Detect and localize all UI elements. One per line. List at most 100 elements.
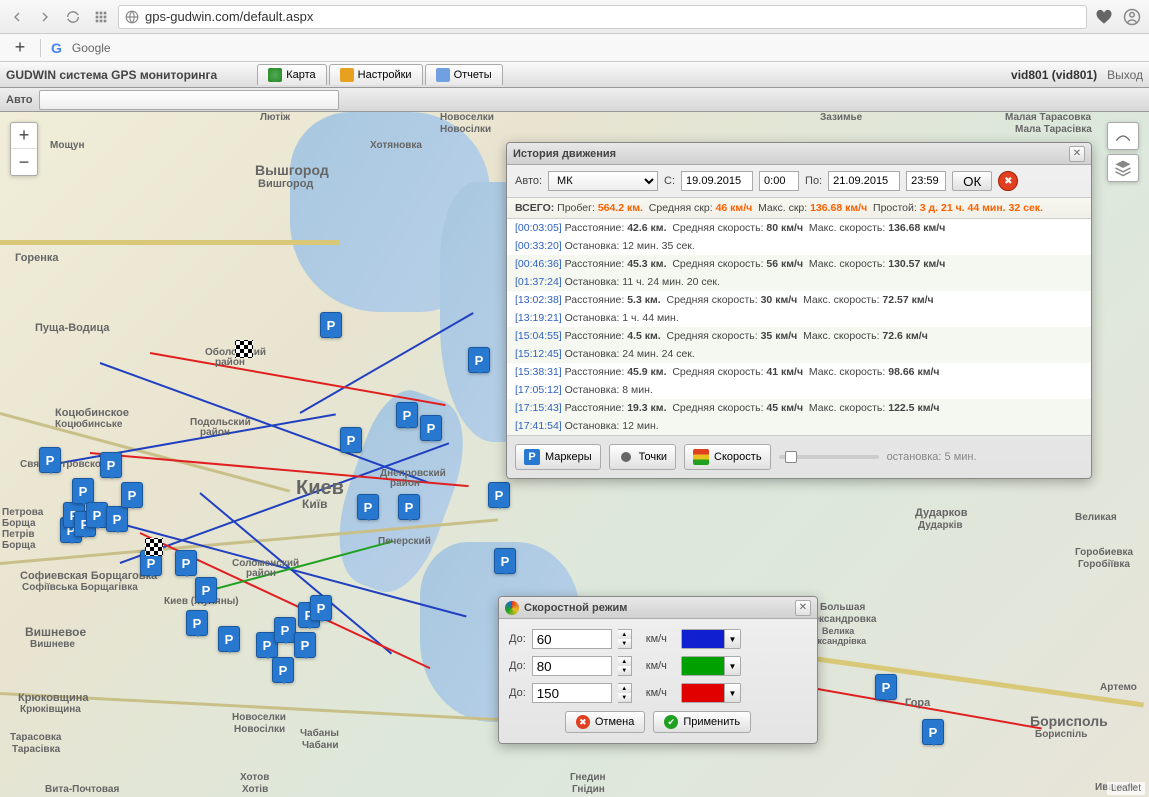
parking-marker[interactable]: P <box>875 674 897 700</box>
parking-marker[interactable]: P <box>106 506 128 532</box>
auto-select[interactable]: МК <box>548 171 658 191</box>
speed-header[interactable]: Скоростной режим ✕ <box>499 597 817 619</box>
spinner[interactable]: ▲▼ <box>618 683 632 703</box>
parking-marker[interactable]: P <box>195 577 217 603</box>
new-tab-button[interactable]: + <box>10 38 30 58</box>
parking-marker[interactable]: P <box>272 657 294 683</box>
url-input[interactable] <box>145 9 1080 24</box>
parking-marker[interactable]: P <box>310 595 332 621</box>
map-place-label: Зазимье <box>820 112 862 123</box>
filter-bar: Авто <box>0 88 1149 112</box>
markers-button[interactable]: PМаркеры <box>515 444 601 470</box>
speed-value-input[interactable] <box>532 656 612 676</box>
parking-marker[interactable]: P <box>175 550 197 576</box>
map-place-label: Петрів <box>2 529 35 540</box>
speed-button[interactable]: Скорость <box>684 444 771 470</box>
parking-marker[interactable]: P <box>357 494 379 520</box>
apply-button[interactable]: ✔Применить <box>653 711 751 733</box>
to-label: По: <box>805 175 822 187</box>
map-place-label: Борисполь <box>1030 713 1108 729</box>
profile-icon[interactable] <box>1121 6 1143 28</box>
close-icon[interactable]: ✕ <box>795 600 811 616</box>
cancel-icon[interactable]: ✖ <box>998 171 1018 191</box>
tab-map[interactable]: Карта <box>257 64 326 85</box>
trip-row[interactable]: [15:04:55] Расстояние: 4.5 км. Средняя с… <box>507 327 1091 345</box>
reload-button[interactable] <box>62 6 84 28</box>
trip-row[interactable]: [15:38:31] Расстояние: 45.9 км. Средняя … <box>507 363 1091 381</box>
map-place-label: Горенка <box>15 252 59 264</box>
parking-marker[interactable]: P <box>420 415 442 441</box>
parking-marker[interactable]: P <box>218 626 240 652</box>
forward-button[interactable] <box>34 6 56 28</box>
trip-row[interactable]: [13:19:21] Остановка: 1 ч. 44 мин. <box>507 309 1091 327</box>
trip-row[interactable]: [15:12:45] Остановка: 24 мин. 24 сек. <box>507 345 1091 363</box>
parking-marker[interactable]: P <box>340 427 362 453</box>
map-place-label: район <box>390 478 420 489</box>
color-select[interactable]: ▼ <box>681 656 741 676</box>
parking-marker[interactable]: P <box>396 402 418 428</box>
trip-row[interactable]: [00:03:05] Расстояние: 42.6 км. Средняя … <box>507 219 1091 237</box>
vehicle-select[interactable] <box>39 90 339 110</box>
parking-marker[interactable]: P <box>494 548 516 574</box>
parking-marker[interactable]: P <box>468 347 490 373</box>
tab-reports[interactable]: Отчеты <box>425 64 503 85</box>
parking-marker[interactable]: P <box>121 482 143 508</box>
trip-row[interactable]: [17:15:43] Расстояние: 19.3 км. Средняя … <box>507 399 1091 417</box>
map-place-label: Гнедин <box>570 772 606 783</box>
color-select[interactable]: ▼ <box>681 683 741 703</box>
map-place-label: Софиевская Борщаговка <box>20 570 157 582</box>
parking-marker[interactable]: P <box>488 482 510 508</box>
zoom-in-button[interactable]: + <box>11 123 37 149</box>
parking-marker[interactable]: P <box>294 632 316 658</box>
unit-label: км/ч <box>646 660 667 672</box>
parking-marker[interactable]: P <box>86 502 108 528</box>
trip-row[interactable]: [17:41:54] Остановка: 12 мин. <box>507 417 1091 435</box>
spinner[interactable]: ▲▼ <box>618 629 632 649</box>
from-date-input[interactable] <box>681 171 753 191</box>
trip-row[interactable]: [17:05:12] Остановка: 8 мин. <box>507 381 1091 399</box>
parking-marker[interactable]: P <box>72 478 94 504</box>
spinner[interactable]: ▲▼ <box>618 656 632 676</box>
ok-button[interactable]: ОК <box>952 171 992 191</box>
parking-marker[interactable]: P <box>186 610 208 636</box>
favorite-icon[interactable] <box>1093 6 1115 28</box>
tab-settings[interactable]: Настройки <box>329 64 423 85</box>
history-header[interactable]: История движения ✕ <box>507 143 1091 165</box>
cancel-button[interactable]: ✖Отмена <box>565 711 645 733</box>
map[interactable]: ВышгородВишгородМощунЛютіжХотяновкаНовос… <box>0 112 1149 797</box>
fullscreen-button[interactable] <box>1107 122 1139 150</box>
map-place-label: Великая <box>1075 512 1117 523</box>
url-bar[interactable] <box>118 5 1087 29</box>
zoom-control: + − <box>10 122 38 176</box>
points-button[interactable]: Точки <box>609 444 676 470</box>
trip-row[interactable]: [00:46:36] Расстояние: 45.3 км. Средняя … <box>507 255 1091 273</box>
parking-marker[interactable]: P <box>274 617 296 643</box>
from-time-input[interactable] <box>759 171 799 191</box>
search-engine-label: Google <box>72 41 111 55</box>
app-title: GUDWIN система GPS мониторинга <box>6 68 217 82</box>
apps-button[interactable] <box>90 6 112 28</box>
parking-marker[interactable]: P <box>39 447 61 473</box>
map-place-label: район <box>215 357 245 368</box>
trip-row[interactable]: [01:37:24] Остановка: 11 ч. 24 мин. 20 с… <box>507 273 1091 291</box>
zoom-out-button[interactable]: − <box>11 149 37 175</box>
parking-marker[interactable]: P <box>100 452 122 478</box>
back-button[interactable] <box>6 6 28 28</box>
parking-marker[interactable]: P <box>398 494 420 520</box>
map-place-label: Хотяновка <box>370 140 422 151</box>
stop-slider[interactable] <box>779 455 879 459</box>
layers-button[interactable] <box>1107 154 1139 182</box>
map-place-label: Київ <box>302 497 327 511</box>
color-select[interactable]: ▼ <box>681 629 741 649</box>
to-date-input[interactable] <box>828 171 900 191</box>
parking-marker[interactable]: P <box>320 312 342 338</box>
speed-value-input[interactable] <box>532 629 612 649</box>
logout-link[interactable]: Выход <box>1107 68 1143 82</box>
close-icon[interactable]: ✕ <box>1069 146 1085 162</box>
speed-value-input[interactable] <box>532 683 612 703</box>
parking-marker[interactable]: P <box>922 719 944 745</box>
trip-row[interactable]: [13:02:38] Расстояние: 5.3 км. Средняя с… <box>507 291 1091 309</box>
map-place-label: Крюківщина <box>20 704 81 715</box>
trip-row[interactable]: [00:33:20] Остановка: 12 мин. 35 сек. <box>507 237 1091 255</box>
to-time-input[interactable] <box>906 171 946 191</box>
